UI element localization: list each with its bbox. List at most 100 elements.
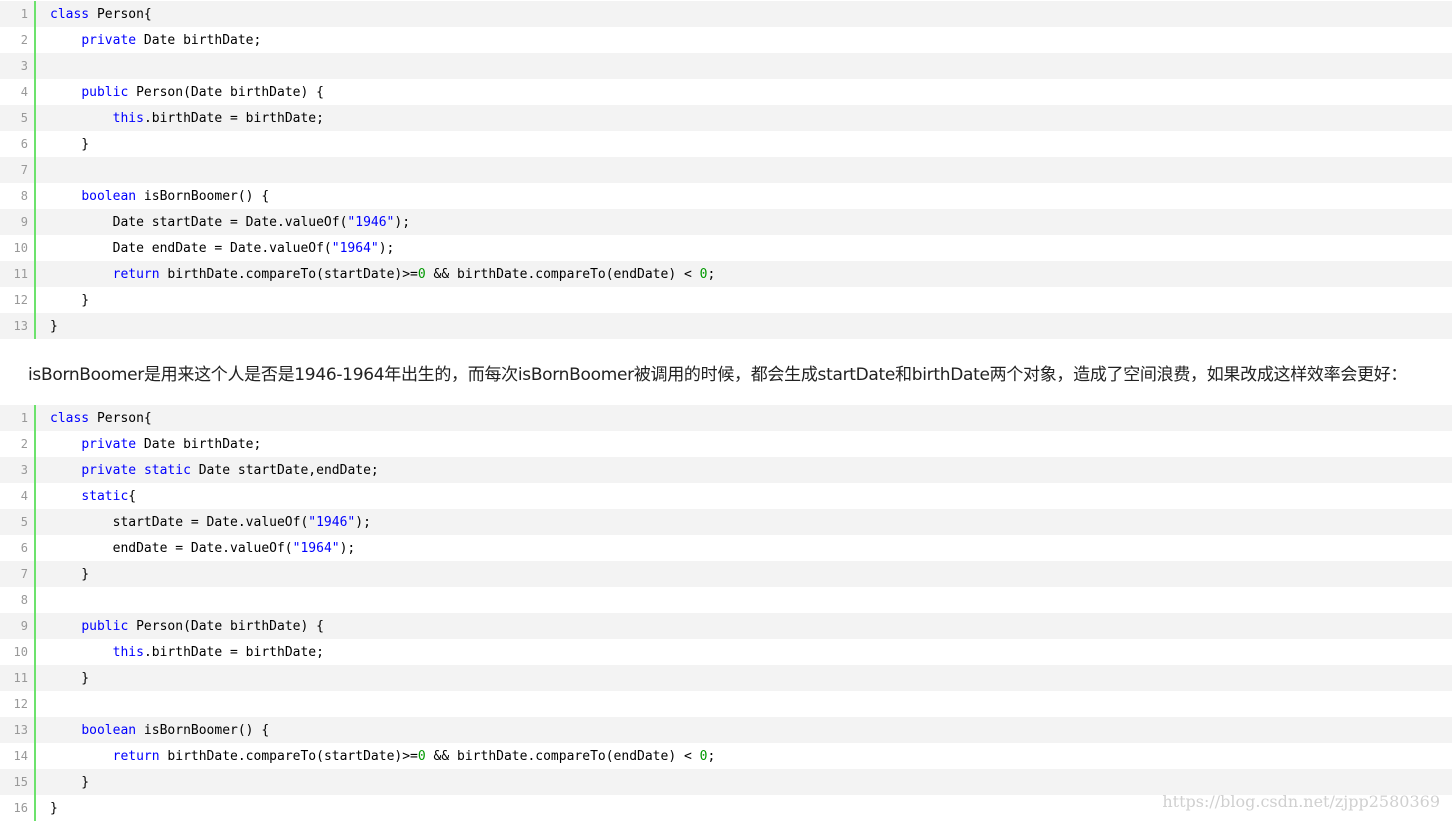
code-string: "1946" xyxy=(308,514,356,530)
gutter-divider xyxy=(34,613,36,639)
code-text: return birthDate.compareTo(startDate)>=0… xyxy=(50,748,716,764)
code-keyword: private xyxy=(81,462,137,478)
code-line: 10 this.birthDate = birthDate; xyxy=(0,639,1452,665)
code-block-2: 1 class Person{2 private Date birthDate; 3… xyxy=(0,405,1452,821)
code-text: startDate = Date.valueOf("1946"); xyxy=(50,515,371,530)
code-line: 9 Date startDate = Date.valueOf("1946"); xyxy=(0,209,1452,235)
code-token: } xyxy=(50,136,90,152)
code-number: 0 xyxy=(417,266,426,282)
code-keyword: private xyxy=(81,32,137,48)
gutter-divider xyxy=(34,717,36,743)
line-number: 9 xyxy=(20,215,28,229)
code-line: 7 xyxy=(0,157,1452,183)
code-token: ); xyxy=(355,514,371,530)
gutter-divider xyxy=(34,105,36,131)
code-text: private Date birthDate; xyxy=(50,437,261,452)
line-number: 1 xyxy=(20,7,28,21)
code-text: } xyxy=(50,775,89,790)
code-text: static{ xyxy=(50,489,136,504)
code-token: && birthDate.compareTo(endDate) < xyxy=(425,266,700,282)
gutter-divider xyxy=(34,183,36,209)
code-text: } xyxy=(50,319,58,334)
code-line: 1 class Person{ xyxy=(0,405,1452,431)
code-line: 13} xyxy=(0,313,1452,339)
code-text: } xyxy=(50,567,89,582)
code-line: 14 return birthDate.compareTo(startDate)… xyxy=(0,743,1452,769)
code-token: Date startDate = Date.valueOf( xyxy=(50,214,348,230)
code-token: ; xyxy=(707,748,716,764)
code-token: .birthDate = birthDate; xyxy=(143,644,324,660)
code-text: private static Date startDate,endDate; xyxy=(50,462,379,478)
code-text: Date endDate = Date.valueOf("1964"); xyxy=(50,240,395,256)
code-text: public Person(Date birthDate) { xyxy=(50,619,324,634)
code-token: ); xyxy=(378,240,395,256)
code-text: this.birthDate = birthDate; xyxy=(50,645,324,660)
line-number: 4 xyxy=(20,489,28,503)
line-number: 6 xyxy=(20,541,28,555)
code-line: 5 this.birthDate = birthDate; xyxy=(0,105,1452,131)
code-keyword: boolean xyxy=(81,188,137,204)
code-block-1: 1 class Person{2 private Date birthDate; 3… xyxy=(0,1,1452,339)
code-line: 7 } xyxy=(0,561,1452,587)
code-keyword: public xyxy=(81,618,129,634)
code-token: isBornBoomer() { xyxy=(136,722,270,738)
code-line: 2 private Date birthDate; xyxy=(0,431,1452,457)
gutter-divider xyxy=(34,131,36,157)
gutter-divider xyxy=(34,27,36,53)
gutter-divider xyxy=(34,157,36,183)
code-keyword: static xyxy=(143,462,191,478)
gutter-divider xyxy=(34,53,36,79)
code-line: 11 } xyxy=(0,665,1452,691)
code-line: 12 xyxy=(0,691,1452,717)
gutter-divider xyxy=(34,405,36,431)
code-text: } xyxy=(50,801,58,816)
code-token: startDate = Date.valueOf( xyxy=(50,514,309,530)
code-text: public Person(Date birthDate) { xyxy=(50,85,324,100)
code-line: 5 startDate = Date.valueOf("1946"); xyxy=(0,509,1452,535)
code-text: class Person{ xyxy=(50,411,152,426)
code-token: ); xyxy=(394,214,411,230)
code-text: boolean isBornBoomer() { xyxy=(50,723,269,738)
line-number: 11 xyxy=(13,267,28,281)
code-token: endDate = Date.valueOf( xyxy=(50,540,293,556)
code-token: } xyxy=(50,318,58,334)
line-number: 3 xyxy=(20,59,28,73)
code-text: } xyxy=(50,671,89,686)
line-number: 13 xyxy=(13,319,28,333)
code-keyword: static xyxy=(81,488,129,504)
code-line: 3 private static Date startDate,endDate; xyxy=(0,457,1452,483)
code-token: Date startDate,endDate; xyxy=(190,462,379,478)
gutter-divider xyxy=(34,261,36,287)
gutter-divider xyxy=(34,313,36,339)
code-token: birthDate.compareTo(startDate)>= xyxy=(159,266,418,282)
code-line: 9 public Person(Date birthDate) { xyxy=(0,613,1452,639)
line-number: 13 xyxy=(13,723,28,737)
line-number: 15 xyxy=(13,775,28,789)
code-keyword: return xyxy=(112,748,160,764)
code-text: endDate = Date.valueOf("1964"); xyxy=(50,540,356,556)
code-line: 8 boolean isBornBoomer() { xyxy=(0,183,1452,209)
code-line: 8 xyxy=(0,587,1452,613)
code-keyword: private xyxy=(81,436,137,452)
code-line: 12 } xyxy=(0,287,1452,313)
line-number: 5 xyxy=(20,111,28,125)
code-line: 4 static{ xyxy=(0,483,1452,509)
code-line: 11 return birthDate.compareTo(startDate)… xyxy=(0,261,1452,287)
code-string: "1964" xyxy=(292,540,340,556)
line-number: 4 xyxy=(20,85,28,99)
code-line: 4 public Person(Date birthDate) { xyxy=(0,79,1452,105)
code-token: ; xyxy=(707,266,716,282)
gutter-divider xyxy=(34,209,36,235)
code-token: && birthDate.compareTo(endDate) < xyxy=(425,748,700,764)
gutter-divider xyxy=(34,483,36,509)
code-token: } xyxy=(50,670,90,686)
line-number: 12 xyxy=(13,293,28,307)
code-keyword: this xyxy=(112,110,144,126)
